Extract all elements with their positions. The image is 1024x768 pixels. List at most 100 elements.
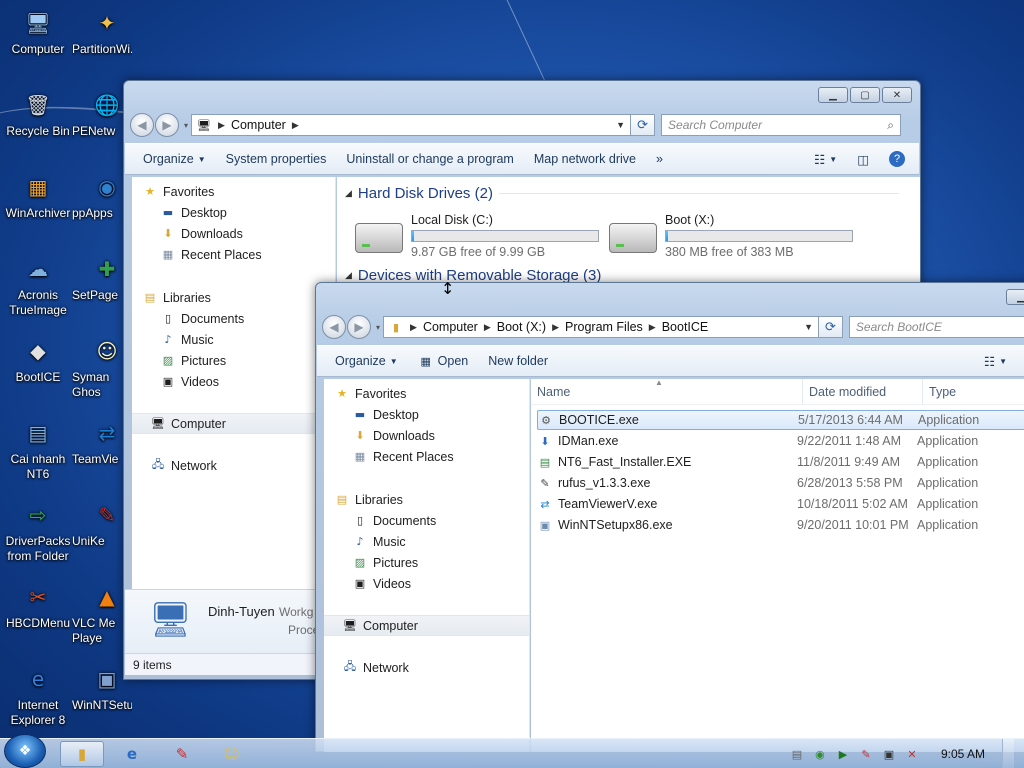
bootice-folder-window[interactable]: ▁ ◀ ▶ ▾ ▮ ▶ Computer ▶ Boot (X:) ▶ Progr…	[315, 282, 1024, 752]
nav-desktop[interactable]: ▬ Desktop	[334, 404, 529, 425]
breadcrumb-boot-drive[interactable]: Boot (X:)	[497, 320, 546, 334]
desktop-icon-partitionwi[interactable]: ✦ PartitionWi...	[72, 6, 132, 57]
nav-downloads[interactable]: ⬇ Downloads	[142, 223, 335, 244]
nav-desktop[interactable]: ▬ Desktop	[142, 202, 335, 223]
change-view-icon[interactable]: ☷ ▼	[974, 354, 1017, 369]
nav-documents[interactable]: ▯ Documents	[334, 510, 529, 531]
nav-favorites[interactable]: ★ Favorites	[142, 181, 335, 202]
nav-pictures[interactable]: ▨ Pictures	[334, 552, 529, 573]
recent-pages-icon[interactable]: ▾	[376, 323, 380, 332]
nav-network[interactable]: 🖧 Network	[142, 455, 335, 476]
nav-downloads[interactable]: ⬇ Downloads	[334, 425, 529, 446]
nav-videos[interactable]: ▣ Videos	[142, 371, 335, 392]
organize-button[interactable]: Organize ▼	[325, 354, 408, 368]
recent-pages-icon[interactable]: ▾	[184, 121, 188, 130]
file-row[interactable]: ▣ WinNTSetupx86.exe 9/20/2011 10:01 PM Appl…	[537, 515, 1024, 535]
desktop-icon-internet-explorer-8[interactable]: e Internet Explorer 8	[0, 662, 76, 728]
desktop-icon-hbcdmenu[interactable]: ✂ HBCDMenu	[0, 580, 76, 631]
clock[interactable]: 9:05 AM	[941, 747, 985, 761]
group-hard-disk-drives[interactable]: ◢ Hard Disk Drives (2)	[345, 185, 899, 202]
tray-shield-icon[interactable]: ◉	[812, 746, 828, 762]
show-desktop-button[interactable]	[1002, 739, 1014, 768]
organize-button[interactable]: Organize ▼	[133, 152, 216, 166]
nav-computer[interactable]: 🖥 Computer	[132, 413, 335, 434]
open-button[interactable]: ▦ Open	[408, 353, 479, 369]
desktop-icon-computer[interactable]: 🖥 Computer	[0, 6, 76, 57]
drive-c[interactable]: Local Disk (C:) 9.87 GB free of 9.99 GB	[355, 213, 599, 259]
breadcrumb-arrow-icon[interactable]: ▶	[484, 322, 491, 333]
breadcrumb-computer[interactable]: Computer	[231, 118, 286, 132]
tray-flag-icon[interactable]: ✎	[858, 746, 874, 762]
file-row[interactable]: ⇄ TeamViewerV.exe 10/18/2011 5:02 AM Applic…	[537, 494, 1024, 514]
file-row[interactable]: ⚙ BOOTICE.exe 5/17/2013 6:44 AM Application	[537, 410, 1024, 430]
breadcrumb-arrow-icon[interactable]: ▶	[292, 120, 299, 131]
breadcrumb-computer[interactable]: Computer	[423, 320, 478, 334]
back-button[interactable]: ◀	[322, 315, 346, 339]
system-properties-button[interactable]: System properties	[216, 152, 337, 166]
start-button[interactable]: ❖	[4, 733, 46, 768]
nav-documents[interactable]: ▯ Documents	[142, 308, 335, 329]
taskbar-ghost-icon[interactable]: ☺	[210, 741, 254, 767]
new-folder-button[interactable]: New folder	[478, 354, 558, 368]
desktop-icon-recycle-bin[interactable]: 🗑 Recycle Bin	[0, 88, 76, 139]
tray-play-icon[interactable]: ▶	[835, 746, 851, 762]
desktop-icon-acronis-trueimage[interactable]: ☁ Acronis TrueImage	[0, 252, 76, 318]
help-icon[interactable]: ?	[879, 151, 915, 167]
nav-recent-places[interactable]: ▦ Recent Places	[334, 446, 529, 467]
minimize-button[interactable]: ▁	[1006, 289, 1024, 305]
breadcrumb-arrow-icon[interactable]: ▶	[410, 322, 417, 333]
tray-network-icon[interactable]: ▤	[789, 746, 805, 762]
search-icon[interactable]: ⌕	[887, 118, 894, 133]
desktop-icon-cai-nhanh-nt6[interactable]: ▤ Cai nhanh NT6	[0, 416, 76, 482]
address-bar[interactable]: ▮ ▶ Computer ▶ Boot (X:) ▶ Program Files…	[383, 316, 820, 338]
search-input[interactable]: Search BootICE	[848, 316, 1024, 338]
maximize-button[interactable]: ▢	[850, 87, 880, 103]
more-commands-button[interactable]: »	[646, 152, 673, 166]
nav-music[interactable]: ♪ Music	[334, 531, 529, 552]
breadcrumb-arrow-icon[interactable]: ▶	[649, 322, 656, 333]
change-view-icon[interactable]: ☷ ▼	[804, 152, 847, 167]
nav-videos[interactable]: ▣ Videos	[334, 573, 529, 594]
nav-favorites[interactable]: ★ Favorites	[334, 383, 529, 404]
map-network-drive-button[interactable]: Map network drive	[524, 152, 646, 166]
close-button[interactable]: ✕	[882, 87, 912, 103]
nav-music[interactable]: ♪ Music	[142, 329, 335, 350]
nav-network[interactable]: 🖧 Network	[334, 657, 529, 678]
taskbar-unikey-icon[interactable]: ✎	[160, 741, 204, 767]
desktop-icon-bootice[interactable]: ◆ BootICE	[0, 334, 76, 385]
nav-computer[interactable]: 🖥 Computer	[324, 615, 529, 636]
forward-button[interactable]: ▶	[347, 315, 371, 339]
desktop-icon-winarchiver[interactable]: ▦ WinArchiver	[0, 170, 76, 221]
nav-recent-places[interactable]: ▦ Recent Places	[142, 244, 335, 265]
tray-monitor-icon[interactable]: ▣	[881, 746, 897, 762]
uninstall-program-button[interactable]: Uninstall or change a program	[336, 152, 523, 166]
drive-x[interactable]: Boot (X:) 380 MB free of 383 MB	[609, 213, 853, 259]
file-row[interactable]: ▤ NT6_Fast_Installer.EXE 11/8/2011 9:49 AM…	[537, 452, 1024, 472]
column-date-modified[interactable]: Date modified	[803, 379, 923, 404]
breadcrumb-arrow-icon[interactable]: ▶	[218, 120, 225, 131]
search-input[interactable]: Search Computer ⌕	[661, 114, 902, 136]
file-row[interactable]: ⬇ IDMan.exe 9/22/2011 1:48 AM Application	[537, 431, 1024, 451]
breadcrumb-program-files[interactable]: Program Files	[565, 320, 643, 334]
nav-pictures[interactable]: ▨ Pictures	[142, 350, 335, 371]
breadcrumb-bootice[interactable]: BootICE	[662, 320, 709, 334]
address-dropdown-icon[interactable]: ▼	[799, 322, 818, 332]
file-row[interactable]: ✎ rufus_v1.3.3.exe 6/28/2013 5:58 PM Applic…	[537, 473, 1024, 493]
forward-button[interactable]: ▶	[155, 113, 179, 137]
preview-pane-icon[interactable]: ◫	[847, 152, 879, 167]
column-type[interactable]: Type	[923, 379, 1024, 404]
column-name[interactable]: Name ▲	[531, 379, 803, 404]
nav-libraries[interactable]: ▤ Libraries	[142, 287, 335, 308]
tray-volume-muted-icon[interactable]: ✕	[904, 746, 920, 762]
address-bar[interactable]: 🖥 ▶ Computer ▶ ▼	[191, 114, 632, 136]
taskbar-ie-icon[interactable]: e	[110, 741, 154, 767]
address-dropdown-icon[interactable]: ▼	[611, 120, 630, 130]
desktop-icon-driverpacks-from-folder[interactable]: ⇨ DriverPacks from Folder	[0, 498, 76, 564]
refresh-icon[interactable]: ⟳	[631, 114, 656, 136]
refresh-icon[interactable]: ⟳	[819, 316, 843, 338]
nav-libraries[interactable]: ▤ Libraries	[334, 489, 529, 510]
back-button[interactable]: ◀	[130, 113, 154, 137]
minimize-button[interactable]: ▁	[818, 87, 848, 103]
breadcrumb-arrow-icon[interactable]: ▶	[552, 322, 559, 333]
taskbar-explorer-icon[interactable]: ▮	[60, 740, 104, 767]
